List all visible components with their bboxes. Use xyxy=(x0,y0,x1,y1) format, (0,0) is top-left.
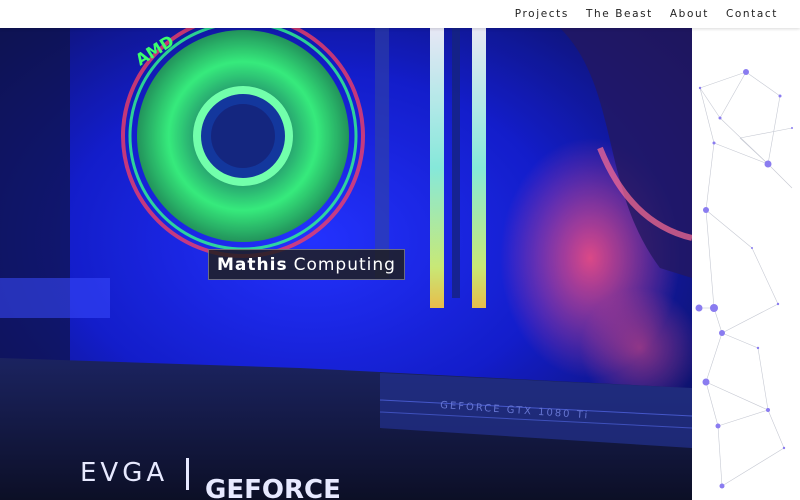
network-background xyxy=(692,28,800,500)
hero-image: AMD GEFORCE GTX 1080 Ti EVGA GEFORCE Mat… xyxy=(0,28,692,500)
network-graph xyxy=(695,69,793,489)
brand-name-strong: Mathis xyxy=(217,254,288,275)
nav-projects[interactable]: Projects xyxy=(515,8,569,20)
nav-contact[interactable]: Contact xyxy=(726,8,778,20)
nav-the-beast[interactable]: The Beast xyxy=(586,8,653,20)
nav-links: Projects The Beast About Contact xyxy=(515,0,778,28)
brand-name-light: Computing xyxy=(293,254,396,275)
page: Projects The Beast About Contact AMD GEF… xyxy=(0,0,800,500)
nav-about[interactable]: About xyxy=(670,8,709,20)
site-logo[interactable]: Mathis Computing xyxy=(208,249,405,280)
top-navbar: Projects The Beast About Contact xyxy=(0,0,800,28)
